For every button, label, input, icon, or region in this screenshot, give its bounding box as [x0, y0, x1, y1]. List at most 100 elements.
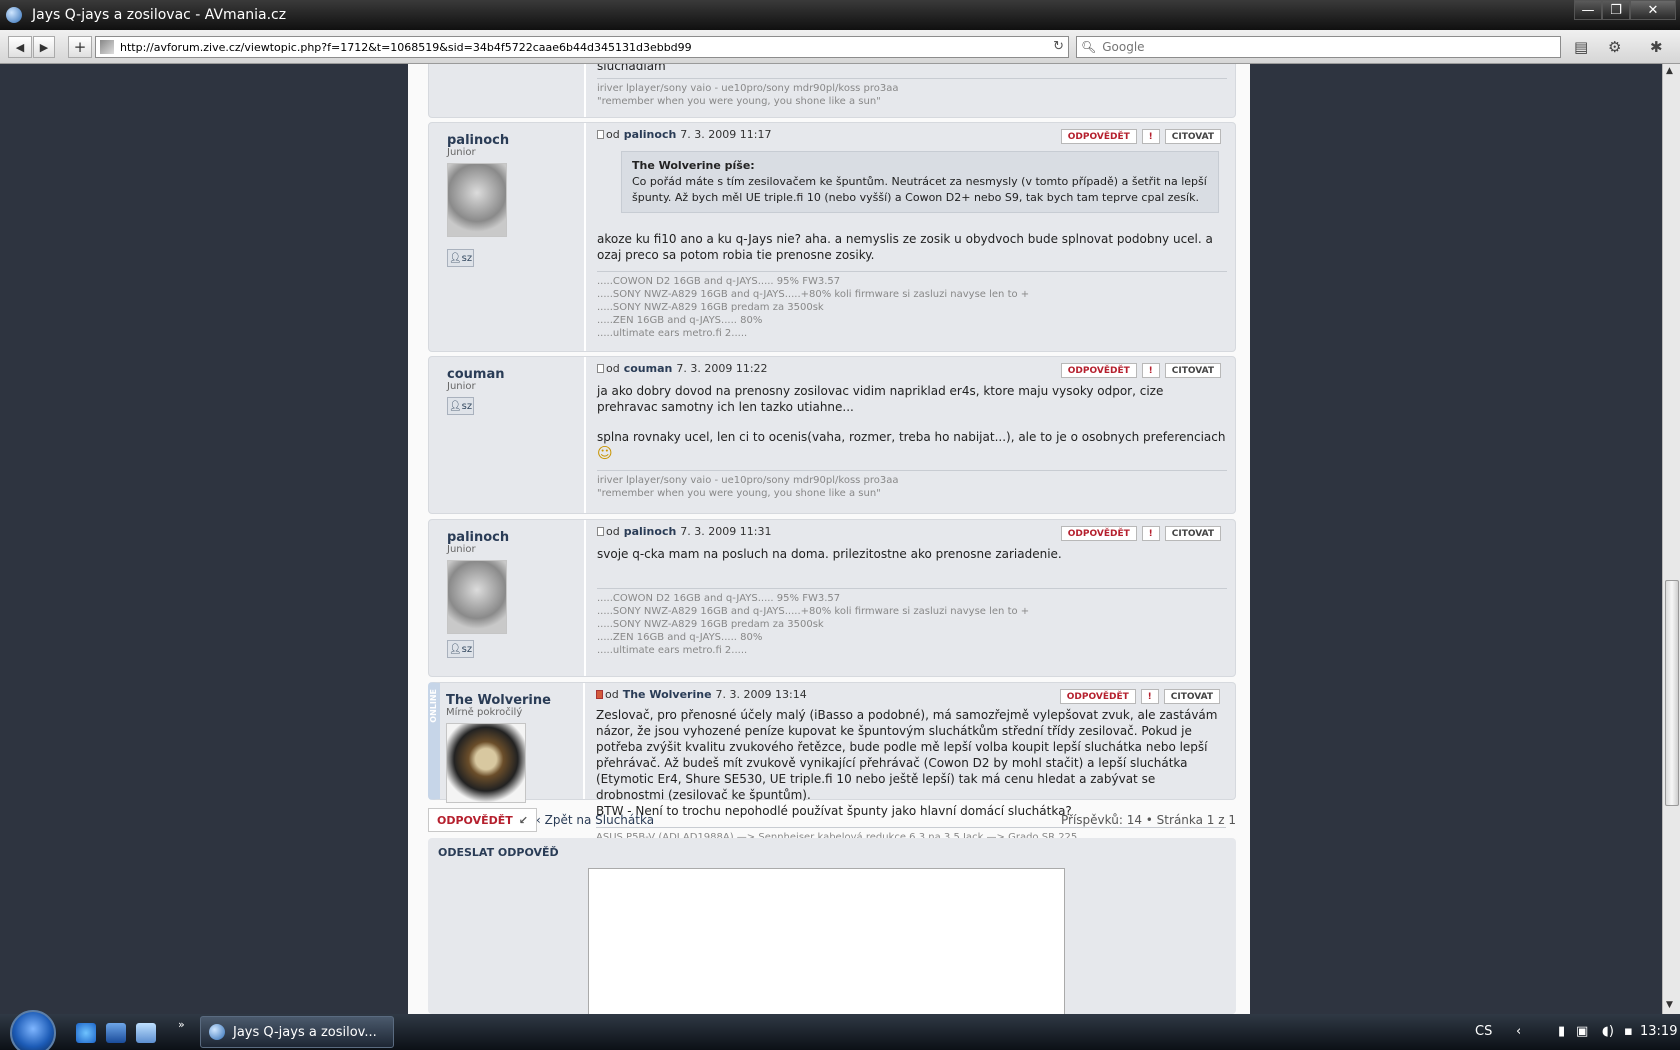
report-button[interactable]: ! [1140, 689, 1159, 704]
quote-button[interactable]: CITOVAT [1163, 689, 1220, 704]
post-profile: palinoch Junior 👤︎ sz [429, 123, 586, 351]
post: palinoch Junior 👤︎ sz od palinoch 7. 3. 2… [428, 519, 1236, 677]
switch-windows-icon[interactable] [136, 1023, 156, 1043]
reload-icon[interactable]: ↻ [1053, 39, 1064, 54]
post-profile: couman Junior 👤︎ sz [429, 357, 586, 513]
browser-icon [6, 7, 22, 23]
network-icon[interactable]: ▣ [1576, 1024, 1588, 1039]
report-button[interactable]: ! [1141, 526, 1160, 541]
post-author-link[interactable]: palinoch [624, 128, 677, 141]
user-icon: 👤︎ [448, 643, 462, 655]
address-bar[interactable]: http://avforum.zive.cz/viewtopic.php?f=1… [95, 36, 1069, 58]
post-profile: The Wolverine Mírně pokročilý 👤︎sz [440, 683, 585, 827]
search-icon[interactable]: 🔍︎ [1081, 40, 1096, 54]
page-scrollbar[interactable]: ▲ ▼ [1662, 64, 1680, 1014]
post-actions: ODPOVĚDĚT ! CITOVAT [1060, 129, 1221, 144]
quote-block: The Wolverine píše: Co pořád máte s tím … [621, 151, 1219, 213]
forum-page: sluchadlam iriver lplayer/sony vaio - ue… [408, 64, 1250, 1014]
quote-button[interactable]: CITOVAT [1164, 129, 1221, 144]
post-actions: ODPOVĚDĚT ! CITOVAT [1059, 689, 1220, 704]
author-rank: Junior [447, 147, 476, 158]
back-to-forum-link[interactable]: ‹ Zpět na Sluchátka [536, 813, 654, 827]
quote-text: Co pořád máte s tím zesilovačem ke špunt… [632, 175, 1207, 204]
signature: iriver lplayer/sony vaio - ue10pro/sony … [597, 78, 1227, 108]
minimize-button[interactable]: — [1574, 0, 1602, 20]
author-link[interactable]: palinoch [447, 530, 509, 545]
user-icon: 👤︎ [448, 400, 462, 412]
taskbar-browser-item[interactable]: Jays Q-jays a zosilov... [200, 1016, 394, 1048]
post-text: Zeslovač, pro přenosné účely malý (iBass… [596, 708, 1218, 802]
power-icon[interactable]: ▪ [1624, 1024, 1633, 1039]
forward-button[interactable]: ▶ [33, 36, 55, 58]
scroll-up-icon[interactable]: ▲ [1666, 66, 1673, 76]
post-date: 7. 3. 2009 13:14 [715, 687, 807, 701]
author-rank: Mírně pokročilý [446, 707, 523, 718]
quick-reply-header: ODESLAT ODPOVĚĎ [438, 846, 559, 859]
quote-author: The Wolverine píše: [632, 159, 755, 172]
author-rank: Junior [447, 544, 476, 555]
post-author-link[interactable]: palinoch [624, 525, 677, 538]
reply-button[interactable]: ODPOVĚDĚT [1059, 689, 1136, 704]
post-partial: sluchadlam iriver lplayer/sony vaio - ue… [428, 64, 1236, 118]
volume-icon[interactable]: ◖) [1602, 1024, 1614, 1039]
browser-viewport: sluchadlam iriver lplayer/sony vaio - ue… [0, 64, 1662, 1014]
new-tab-button[interactable]: + [68, 36, 92, 58]
author-rank: Junior [447, 381, 476, 392]
back-button[interactable]: ◀ [8, 36, 32, 58]
close-button[interactable]: ✕ [1630, 0, 1676, 20]
start-button[interactable] [10, 1010, 56, 1050]
author-link[interactable]: The Wolverine [446, 693, 551, 708]
taskbar: » Jays Q-jays a zosilov... CS ‹ ▮ ▣ ◖) ▪… [0, 1010, 1680, 1050]
pm-button[interactable]: 👤︎sz [447, 249, 474, 267]
search-input[interactable] [1102, 40, 1543, 54]
post-actions: ODPOVĚDĚT ! CITOVAT [1060, 363, 1221, 378]
bug-icon[interactable]: ✱ [1650, 38, 1663, 56]
tray-expand-icon[interactable]: ‹ [1516, 1024, 1521, 1039]
gear-icon[interactable]: ⚙ [1608, 38, 1621, 56]
post-text: sluchadlam [597, 64, 666, 73]
pm-button[interactable]: 👤︎sz [447, 640, 474, 658]
post-date: 7. 3. 2009 11:22 [676, 361, 768, 375]
quicklaunch-more-icon[interactable]: » [178, 1018, 185, 1031]
quote-button[interactable]: CITOVAT [1164, 363, 1221, 378]
post-actions: ODPOVĚDĚT ! CITOVAT [1060, 526, 1221, 541]
maximize-button[interactable]: ❐ [1602, 0, 1630, 20]
post: couman Junior 👤︎ sz od couman 7. 3. 2009 … [428, 356, 1236, 514]
scroll-down-icon[interactable]: ▼ [1666, 1000, 1673, 1010]
scroll-thumb[interactable] [1665, 580, 1679, 806]
post-date: 7. 3. 2009 11:17 [680, 127, 772, 141]
post-author-link[interactable]: The Wolverine [623, 688, 712, 701]
desktop-icon[interactable] [106, 1023, 126, 1043]
quick-reply-panel: ODESLAT ODPOVĚĎ [428, 838, 1236, 1014]
browser-icon [209, 1024, 225, 1040]
post-author-link[interactable]: couman [624, 362, 673, 375]
reply-button[interactable]: ODPOVĚDĚT [1060, 129, 1137, 144]
search-bar[interactable]: 🔍︎ [1076, 36, 1561, 58]
post-text: ja ako dobry dovod na prenosny zosilovac… [597, 384, 1164, 414]
online-badge: ONLINE [429, 689, 438, 723]
author-link[interactable]: couman [447, 367, 504, 382]
reply-textarea[interactable] [588, 868, 1065, 1014]
pagination-info: Příspěvků: 14 • Stránka 1 z 1 [1061, 813, 1236, 827]
window-controls: — ❐ ✕ [1574, 0, 1676, 20]
post-reply-button[interactable]: ODPOVĚDĚT ↙ [428, 808, 537, 832]
language-indicator[interactable]: CS [1475, 1024, 1492, 1039]
pm-button[interactable]: 👤︎sz [447, 397, 474, 415]
reply-button[interactable]: ODPOVĚDĚT [1060, 363, 1137, 378]
reply-button[interactable]: ODPOVĚDĚT [1060, 526, 1137, 541]
author-link[interactable]: palinoch [447, 133, 509, 148]
quote-button[interactable]: CITOVAT [1164, 526, 1221, 541]
page-icon[interactable]: ▤ [1574, 38, 1588, 56]
post-icon [597, 129, 604, 139]
topic-bottom-bar: ODPOVĚDĚT ↙ ‹ Zpět na Sluchátka Příspěvk… [428, 808, 1236, 834]
battery-icon[interactable]: ▮ [1558, 1024, 1565, 1039]
ie-icon[interactable] [76, 1023, 96, 1043]
clock[interactable]: 13:19 [1640, 1024, 1677, 1039]
url-text[interactable]: http://avforum.zive.cz/viewtopic.php?f=1… [120, 41, 692, 54]
post-icon [596, 689, 603, 699]
report-button[interactable]: ! [1141, 363, 1160, 378]
site-favicon-icon [100, 40, 114, 54]
post: ONLINE The Wolverine Mírně pokročilý 👤︎s… [428, 682, 1236, 843]
avatar [447, 163, 507, 237]
report-button[interactable]: ! [1141, 129, 1160, 144]
